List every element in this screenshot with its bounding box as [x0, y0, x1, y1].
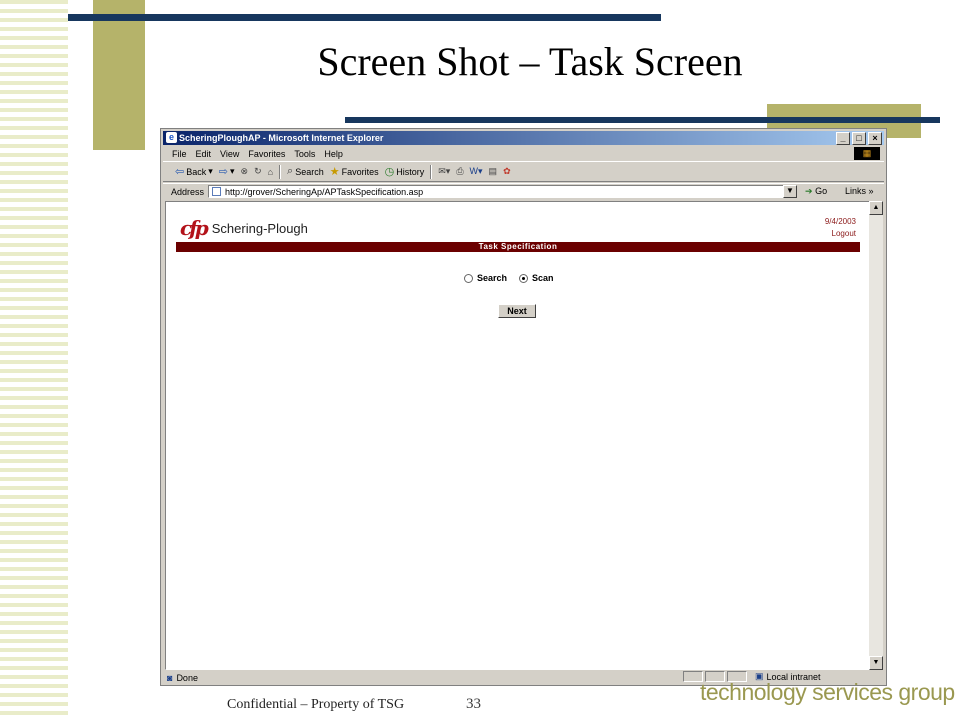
page-done-icon: ◙: [167, 672, 173, 683]
chevron-down-icon[interactable]: ▾: [230, 166, 235, 177]
menu-favorites[interactable]: Favorites: [248, 149, 285, 159]
menu-edit[interactable]: Edit: [196, 149, 212, 159]
maximize-button[interactable]: □: [852, 132, 866, 145]
ie-icon: e: [166, 132, 177, 143]
forward-button[interactable]: ⇨ ▾: [219, 165, 235, 178]
address-label: Address: [171, 187, 205, 197]
menu-tools[interactable]: Tools: [294, 149, 315, 159]
mail-icon[interactable]: ✉▾: [438, 166, 450, 177]
history-icon: ◷: [384, 166, 395, 178]
next-button[interactable]: Next: [498, 304, 536, 318]
search-radio[interactable]: [464, 273, 473, 283]
favorites-icon: ★: [329, 166, 340, 178]
status-done: ◙ Done: [167, 673, 198, 683]
vertical-scrollbar[interactable]: ▲ ▼: [869, 201, 883, 670]
edit-word-icon[interactable]: W▾: [470, 166, 483, 177]
links-label: Links: [845, 186, 867, 196]
scroll-up-button[interactable]: ▲: [869, 201, 883, 215]
page-number: 33: [466, 696, 481, 712]
back-label: Back: [186, 166, 207, 177]
logo-mark-icon: cfp: [180, 216, 209, 240]
go-label: Go: [815, 186, 828, 196]
navy-bar-right: [345, 117, 940, 123]
address-input[interactable]: http://grover/ScheringAp/APTaskSpecifica…: [208, 185, 796, 198]
toolbar-divider: [279, 164, 282, 179]
title-bar: e ScheringPloughAP - Microsoft Internet …: [163, 131, 884, 145]
menu-help[interactable]: Help: [324, 149, 343, 159]
page-content: cfp Schering-Plough 9/4/2003 Logout Task…: [165, 201, 871, 670]
date-text: 9/4/2003: [824, 217, 856, 226]
slide-title: Screen Shot – Task Screen: [317, 39, 743, 84]
toolbar-divider: [430, 164, 433, 179]
task-option-group: Search Scan: [464, 273, 554, 283]
chevron-down-icon[interactable]: ▾: [208, 166, 213, 177]
minimize-button[interactable]: _: [836, 132, 850, 145]
navy-bar-top: [68, 14, 661, 21]
stop-icon[interactable]: ⊗: [241, 166, 249, 177]
task-specification-header: Task Specification: [176, 242, 860, 252]
search-button[interactable]: ⌕ Search: [287, 165, 324, 178]
home-icon[interactable]: ⌂: [268, 167, 273, 177]
address-dropdown-button[interactable]: ▼: [783, 185, 797, 198]
forward-arrow-icon: ⇨: [218, 166, 228, 178]
back-arrow-icon: ⇦: [175, 166, 185, 178]
toolbar: ⇦ Back ▾ ⇨ ▾ ⊗ ↻ ⌂ ⌕ Search ★ Favorites …: [163, 162, 884, 182]
windows-logo-icon: ▦: [854, 147, 880, 160]
discuss-icon[interactable]: ▤: [489, 166, 498, 177]
back-button[interactable]: ⇦ Back ▾: [175, 165, 213, 178]
print-icon[interactable]: ⎙: [456, 166, 463, 177]
page-icon: [212, 187, 221, 196]
status-text: Done: [176, 672, 198, 683]
search-icon: ⌕: [287, 165, 294, 177]
address-url: http://grover/ScheringAp/APTaskSpecifica…: [225, 186, 424, 197]
history-label: History: [396, 166, 425, 177]
refresh-icon[interactable]: ↻: [254, 166, 262, 177]
footer-confidential: Confidential – Property of TSG: [227, 697, 405, 712]
logout-link[interactable]: Logout: [832, 229, 856, 238]
address-bar: Address http://grover/ScheringAp/APTaskS…: [163, 183, 884, 200]
schering-plough-logo: cfp Schering-Plough: [180, 216, 308, 240]
favorites-button[interactable]: ★ Favorites: [330, 165, 379, 178]
slide-stripe-pattern: [0, 0, 68, 720]
favorites-label: Favorites: [341, 166, 379, 177]
menu-file[interactable]: File: [172, 149, 187, 159]
history-button[interactable]: ◷ History: [385, 165, 425, 178]
scan-radio[interactable]: [519, 273, 529, 283]
tsg-brand-logo: technology services group: [700, 679, 955, 705]
close-button[interactable]: ×: [868, 132, 882, 145]
chevron-right-icon: »: [868, 186, 874, 196]
messenger-icon[interactable]: ✿: [503, 166, 511, 177]
go-arrow-icon: ➔: [805, 186, 813, 196]
search-label: Search: [295, 166, 324, 177]
scan-option-label: Scan: [532, 273, 554, 283]
menu-view[interactable]: View: [220, 149, 239, 159]
links-button[interactable]: Links »: [845, 186, 874, 196]
window-title: ScheringPloughAP - Microsoft Internet Ex…: [179, 133, 384, 143]
go-button[interactable]: ➔ Go: [805, 186, 827, 197]
search-option-label: Search: [477, 273, 508, 283]
scroll-down-button[interactable]: ▼: [869, 656, 883, 670]
logo-text: Schering-Plough: [211, 220, 308, 236]
menu-bar: File Edit View Favorites Tools Help ▦: [163, 146, 884, 162]
browser-window: e ScheringPloughAP - Microsoft Internet …: [160, 128, 887, 686]
